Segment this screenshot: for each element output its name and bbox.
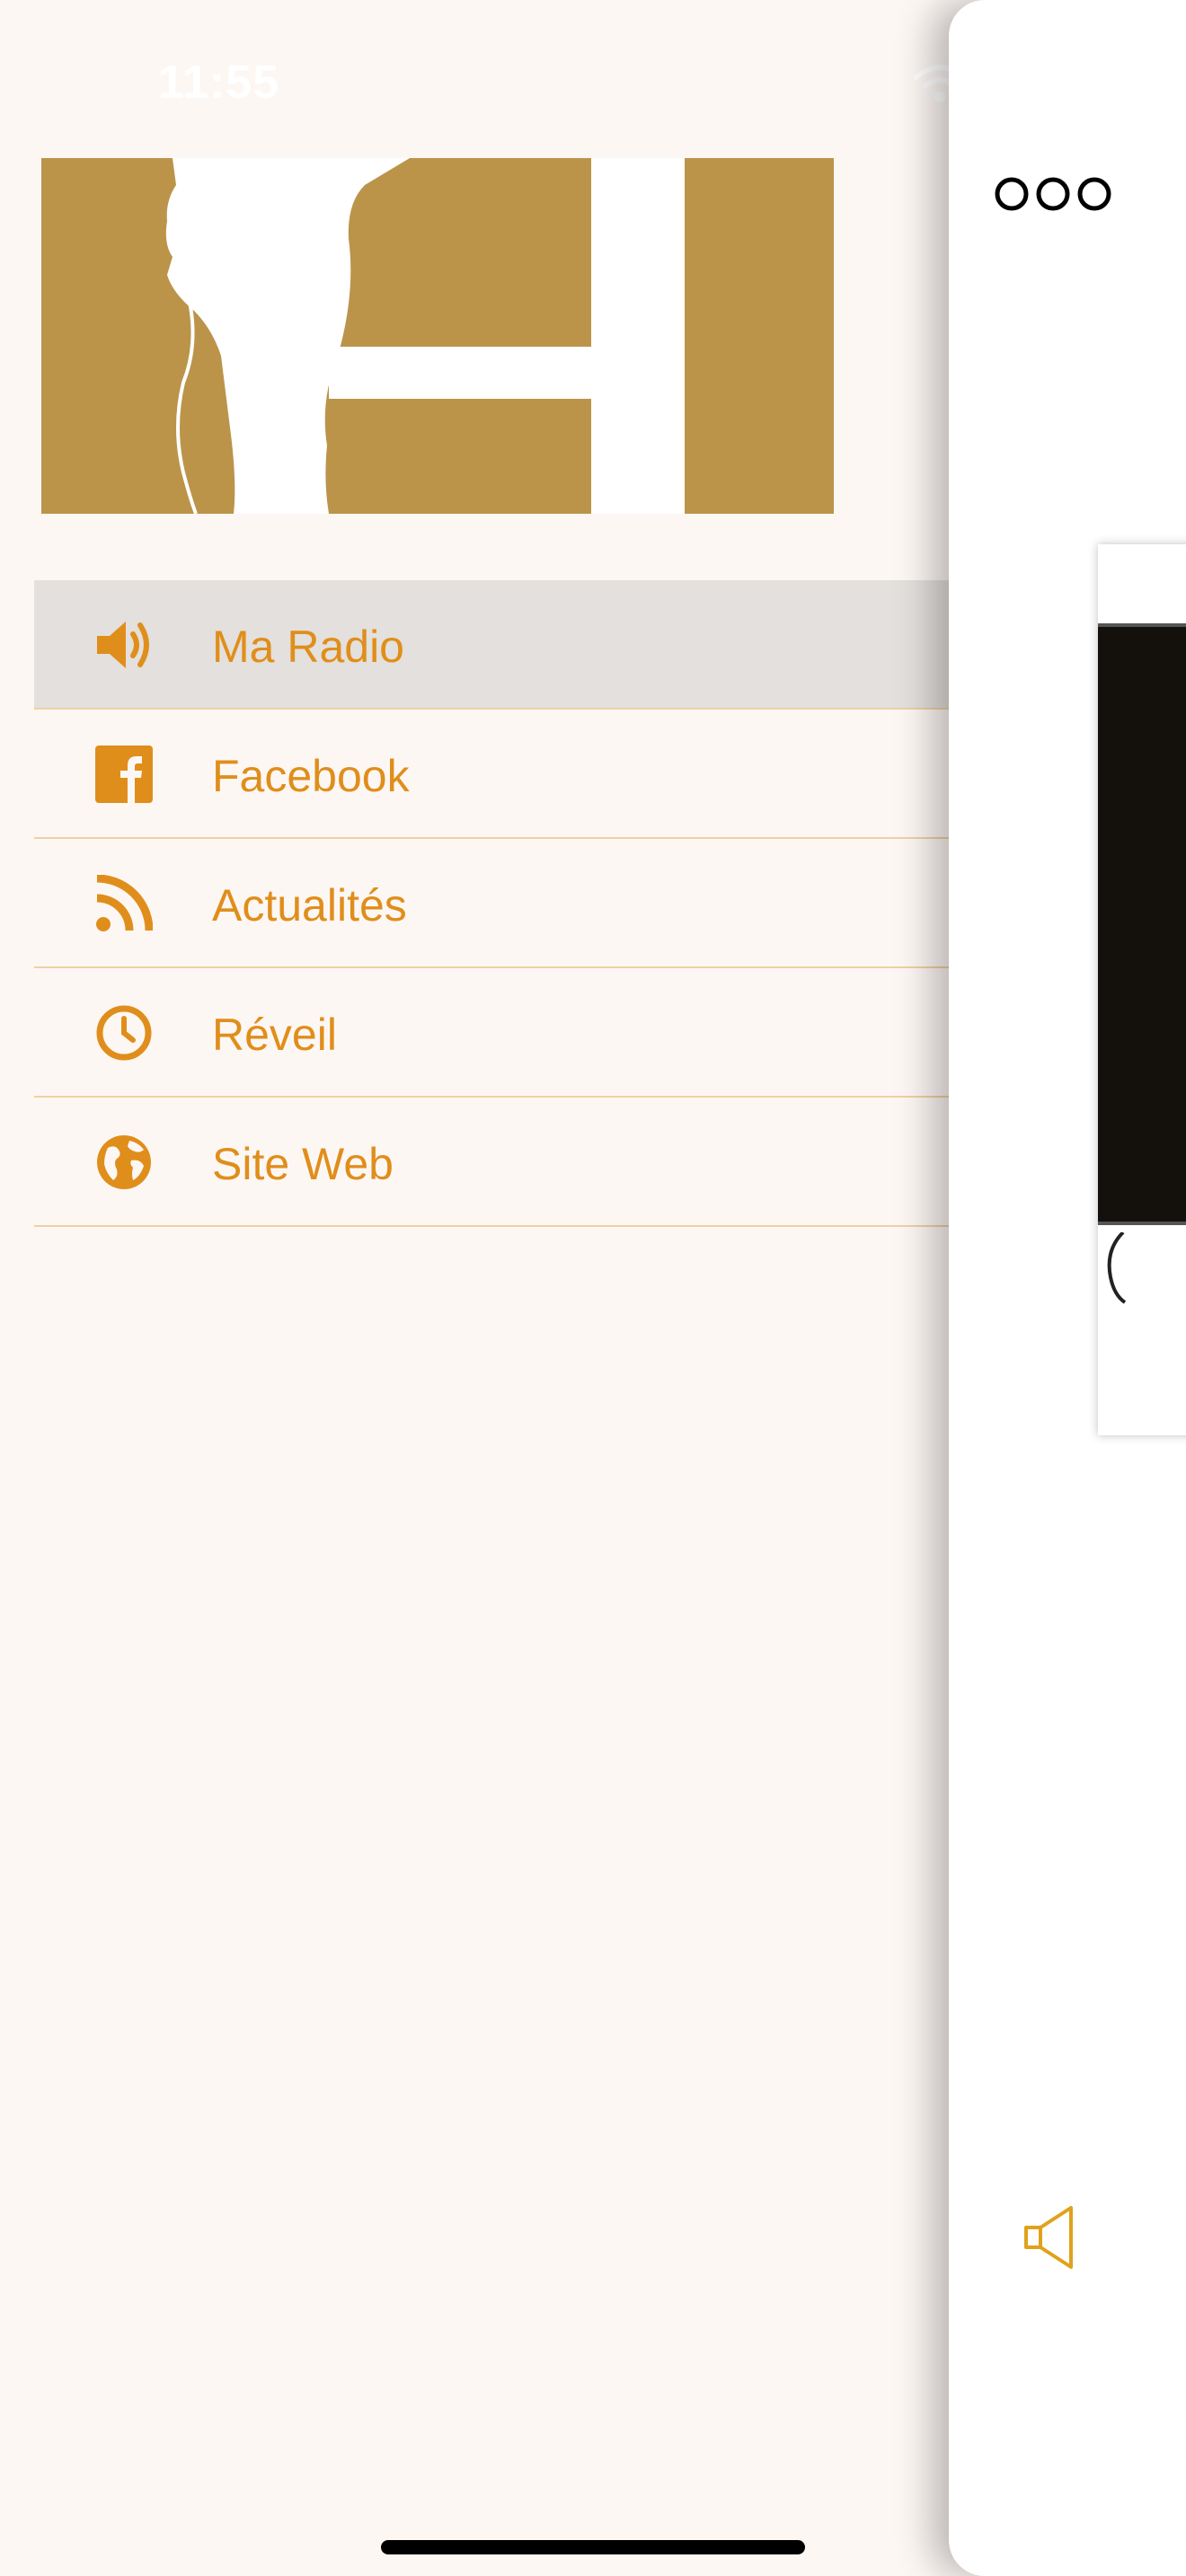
album-artwork	[1098, 623, 1186, 1225]
globe-icon	[93, 1132, 155, 1193]
side-drawer: Ma Radio Facebook Actualités Réveil Site…	[0, 0, 949, 2576]
menu-item-label: Actualités	[212, 880, 407, 931]
menu-item-label: Réveil	[212, 1010, 337, 1060]
menu-item-ma-radio[interactable]: Ma Radio	[34, 580, 949, 710]
drawer-menu: Ma Radio Facebook Actualités Réveil Site…	[34, 580, 949, 1227]
home-indicator[interactable]	[381, 2540, 805, 2554]
menu-item-reveil[interactable]: Réveil	[34, 968, 949, 1098]
menu-item-site-web[interactable]: Site Web	[34, 1098, 949, 1227]
menu-item-label: Ma Radio	[212, 622, 404, 672]
rss-icon	[93, 873, 155, 934]
speaker-icon	[93, 614, 155, 675]
station-logo-banner	[41, 158, 834, 514]
clock-icon	[93, 1002, 155, 1063]
speaker-outline-icon[interactable]	[1022, 2204, 1076, 2271]
facebook-icon	[93, 744, 155, 805]
menu-item-label: Site Web	[212, 1139, 394, 1189]
menu-item-label: Facebook	[212, 751, 410, 801]
menu-item-facebook[interactable]: Facebook	[34, 710, 949, 839]
main-content-panel[interactable]	[949, 0, 1186, 2576]
artwork-detail	[1098, 1231, 1186, 1340]
menu-item-actualites[interactable]: Actualités	[34, 839, 949, 968]
status-bar-time: 11:55	[158, 57, 280, 109]
three-circles-icon[interactable]	[992, 172, 1114, 216]
